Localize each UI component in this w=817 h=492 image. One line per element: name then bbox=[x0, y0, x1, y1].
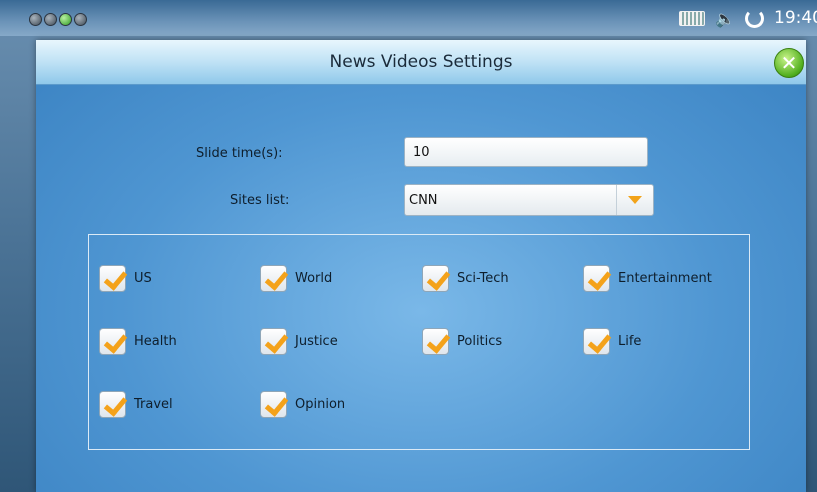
checkbox[interactable] bbox=[260, 265, 287, 292]
status-icons: 🔈 19:40 bbox=[679, 6, 817, 30]
dialog-titlebar: News Videos Settings ✕ bbox=[36, 40, 806, 85]
checkbox[interactable] bbox=[99, 328, 126, 355]
window-dots bbox=[29, 13, 87, 26]
checkbox[interactable] bbox=[99, 265, 126, 292]
category-label: World bbox=[295, 271, 333, 286]
sites-list-value: CNN bbox=[409, 193, 438, 208]
dropdown-button[interactable] bbox=[616, 185, 653, 215]
sync-icon[interactable] bbox=[745, 8, 764, 28]
category-label: Justice bbox=[295, 334, 338, 349]
category-world[interactable]: World bbox=[260, 265, 332, 292]
category-label: Politics bbox=[457, 334, 503, 349]
keyboard-icon[interactable] bbox=[679, 10, 706, 26]
settings-dialog: News Videos Settings ✕ Slide time(s): 10… bbox=[36, 40, 806, 492]
clock: 19:40 bbox=[774, 8, 817, 28]
category-label: Entertainment bbox=[618, 271, 712, 286]
category-opinion[interactable]: Opinion bbox=[260, 391, 345, 418]
close-icon: ✕ bbox=[780, 51, 798, 75]
category-label: US bbox=[134, 271, 152, 286]
dot-icon bbox=[29, 13, 42, 26]
checkbox[interactable] bbox=[583, 265, 610, 292]
category-politics[interactable]: Politics bbox=[422, 328, 502, 355]
checkbox[interactable] bbox=[422, 265, 449, 292]
dot-icon bbox=[74, 13, 87, 26]
status-bar: 🔈 19:40 bbox=[0, 0, 817, 36]
category-label: Opinion bbox=[295, 397, 346, 412]
slide-time-input[interactable]: 10 bbox=[404, 137, 648, 167]
category-justice[interactable]: Justice bbox=[260, 328, 338, 355]
category-life[interactable]: Life bbox=[583, 328, 641, 355]
sites-list-select[interactable]: CNN bbox=[404, 184, 654, 216]
checkbox[interactable] bbox=[99, 391, 126, 418]
chevron-down-icon bbox=[628, 196, 642, 204]
speaker-icon[interactable]: 🔈 bbox=[715, 9, 735, 28]
category-label: Sci-Tech bbox=[457, 271, 509, 286]
category-label: Travel bbox=[134, 397, 173, 412]
category-label: Health bbox=[134, 334, 177, 349]
category-sci-tech[interactable]: Sci-Tech bbox=[422, 265, 509, 292]
close-button[interactable]: ✕ bbox=[774, 48, 804, 78]
category-label: Life bbox=[618, 334, 642, 349]
category-entertainment[interactable]: Entertainment bbox=[583, 265, 712, 292]
dot-icon bbox=[59, 13, 72, 26]
checkbox[interactable] bbox=[260, 328, 287, 355]
checkbox[interactable] bbox=[422, 328, 449, 355]
checkbox[interactable] bbox=[583, 328, 610, 355]
category-travel[interactable]: Travel bbox=[99, 391, 173, 418]
category-health[interactable]: Health bbox=[99, 328, 177, 355]
checkbox[interactable] bbox=[260, 391, 287, 418]
category-us[interactable]: US bbox=[99, 265, 152, 292]
sites-list-label: Sites list: bbox=[230, 193, 290, 208]
dot-icon bbox=[44, 13, 57, 26]
slide-time-label: Slide time(s): bbox=[196, 146, 283, 161]
screen: 🔈 19:40 News Videos Settings ✕ Slide tim… bbox=[0, 0, 817, 492]
dialog-title: News Videos Settings bbox=[329, 52, 513, 72]
